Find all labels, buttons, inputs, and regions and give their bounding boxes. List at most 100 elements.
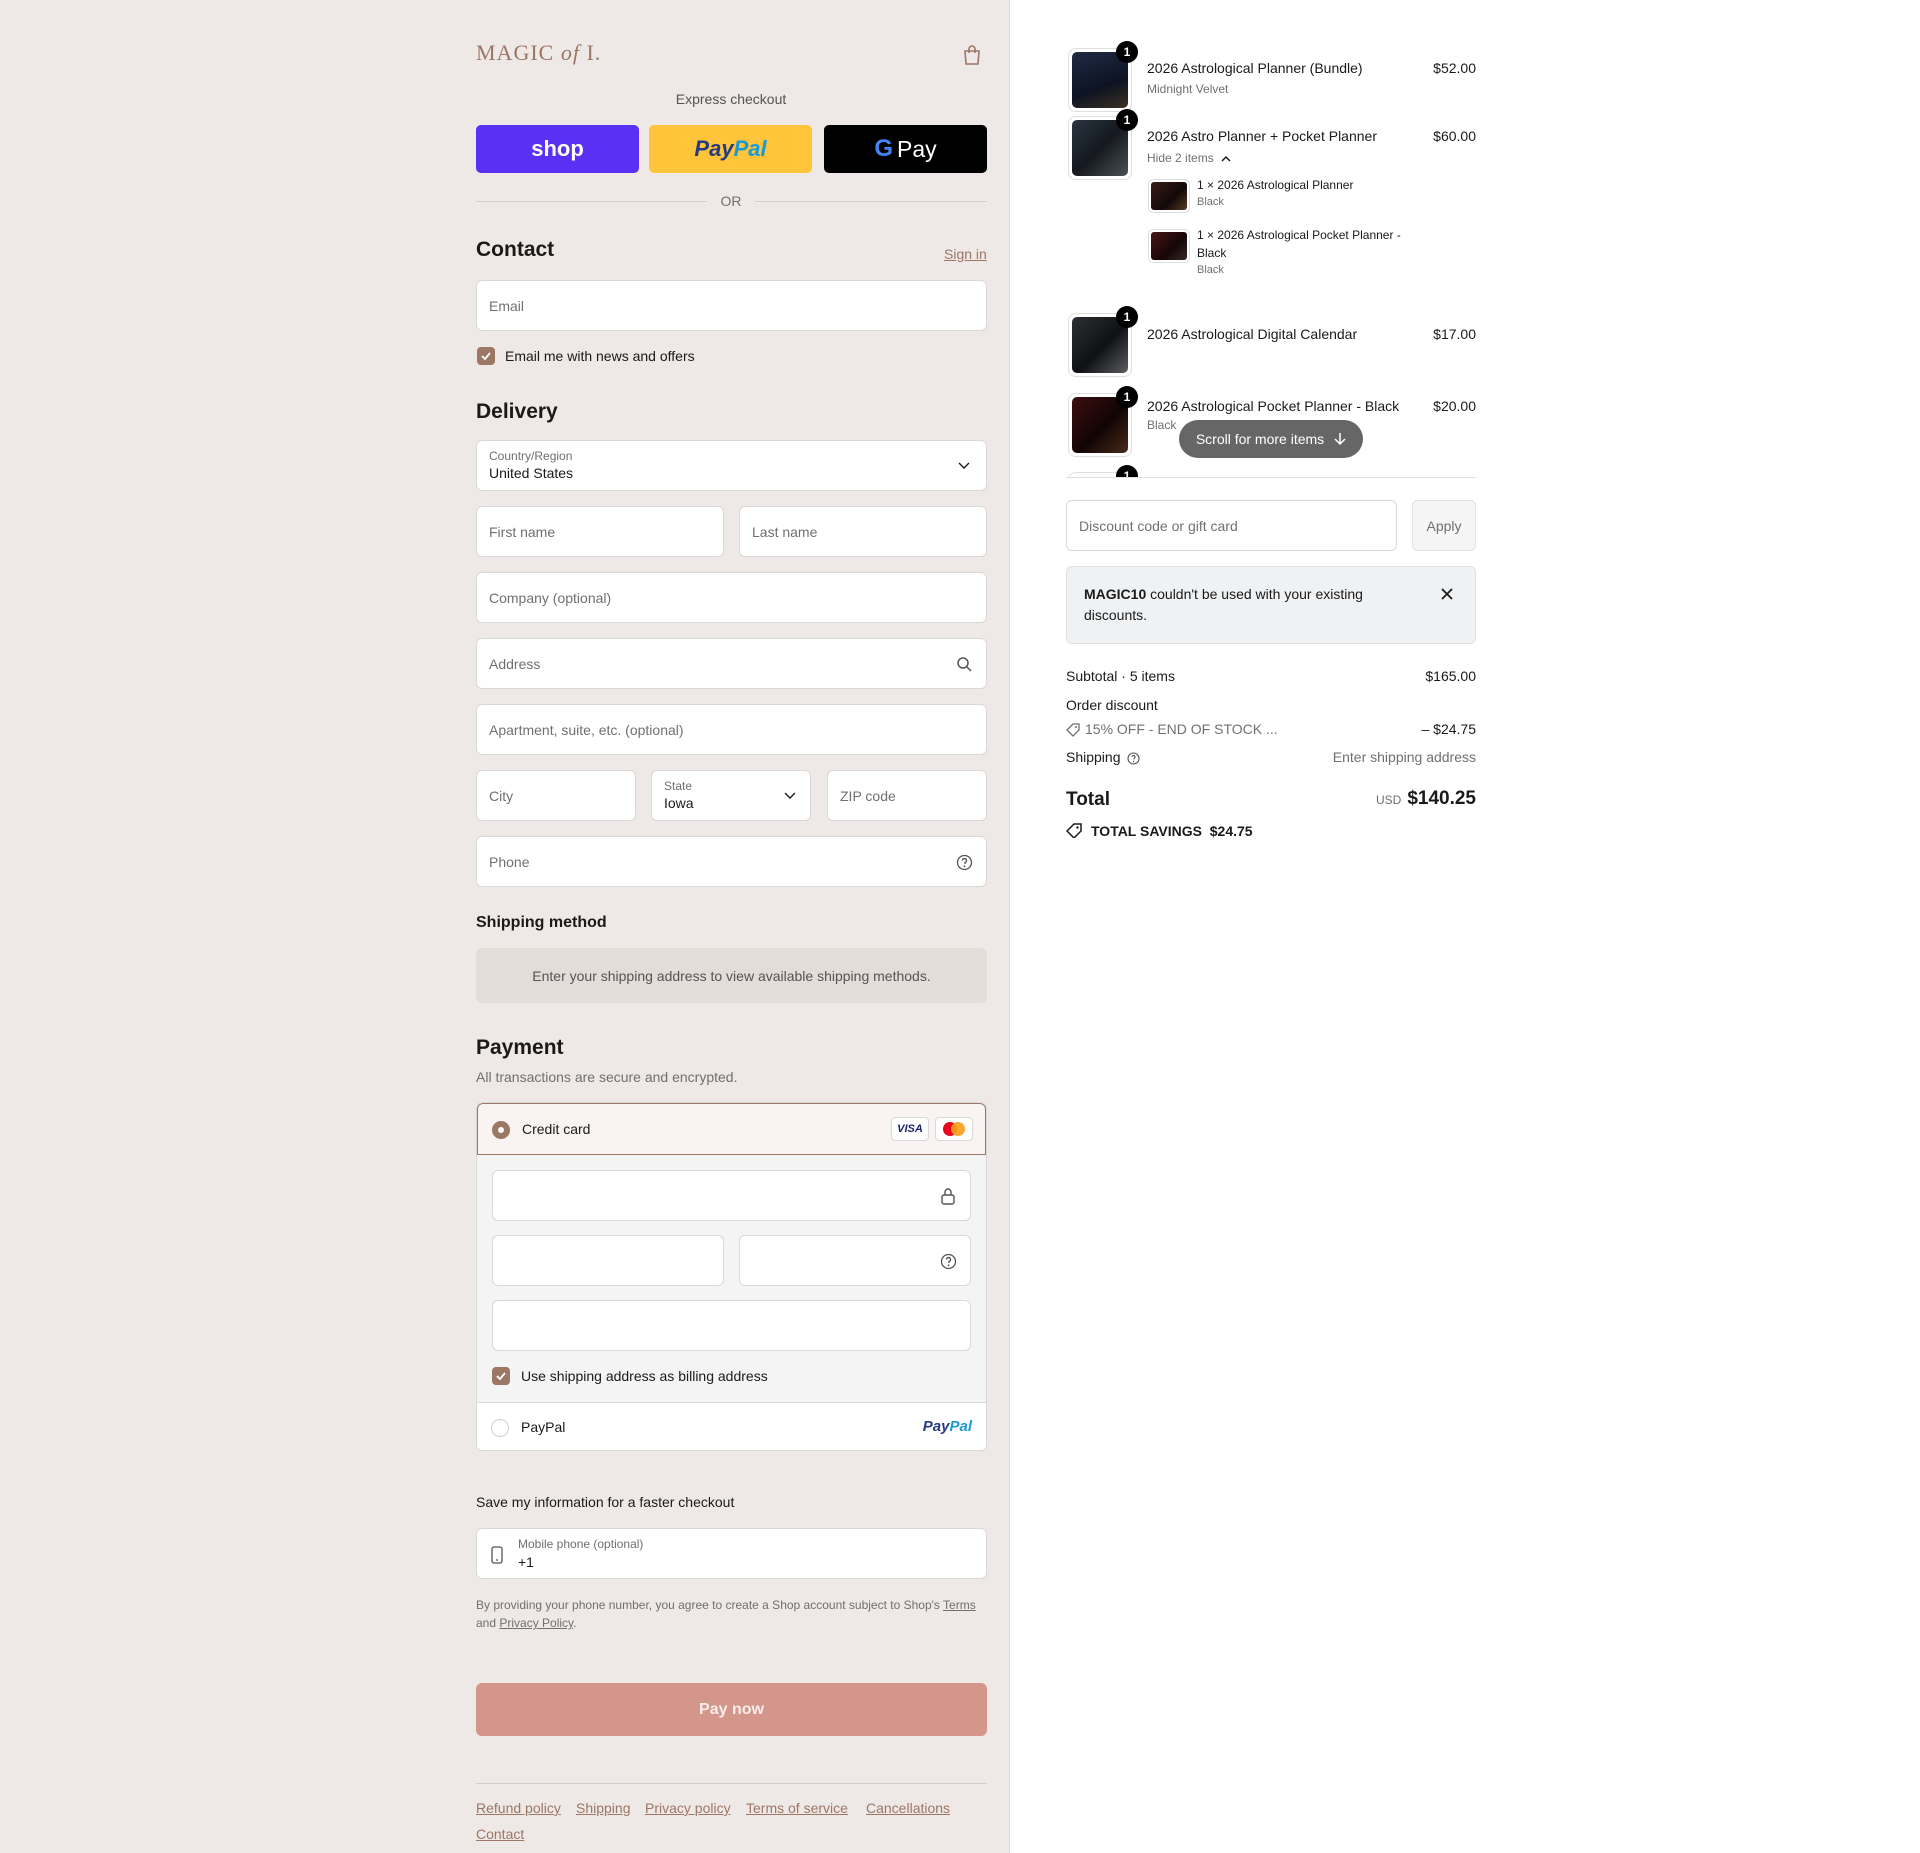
subtotal-label: Subtotal · 5 items [1066, 668, 1175, 684]
shipping-policy-link[interactable]: Shipping [576, 1800, 631, 1816]
product-price: $17.00 [1433, 326, 1476, 342]
product-name: 2026 Astrological Pocket Planner - Black [1147, 398, 1400, 414]
pay-now-button[interactable]: Pay now [476, 1683, 987, 1736]
chevron-up-icon [1221, 155, 1231, 162]
product-variant: Midnight Velvet [1147, 82, 1229, 96]
cart-bag-icon[interactable] [962, 44, 982, 66]
total-value: $140.25 [1407, 788, 1476, 809]
product-price: $52.00 [1433, 60, 1476, 76]
paypal-express-button[interactable]: PayPal [649, 125, 812, 173]
visa-text: VISA [897, 1123, 923, 1135]
company-placeholder: Company (optional) [489, 589, 612, 606]
country-label: Country/Region [489, 449, 573, 463]
error-text-2: discounts. [1084, 607, 1148, 623]
discount-value: – $24.75 [1421, 721, 1477, 737]
paypal-logo-pal: Pal [949, 1418, 972, 1435]
email-field[interactable]: Email [476, 280, 987, 331]
discount-error-text: MAGIC10 couldn't be used with your exist… [1084, 584, 1404, 626]
savings-value: $24.75 [1209, 823, 1253, 839]
privacy-policy-footer-link[interactable]: Privacy policy [645, 1800, 731, 1816]
shop-pay-button[interactable]: shop [476, 125, 639, 173]
credit-card-radio[interactable] [492, 1121, 510, 1139]
city-placeholder: City [489, 787, 514, 804]
last-name-placeholder: Last name [752, 523, 818, 540]
country-select[interactable]: Country/Region United States [476, 440, 987, 491]
sub-item-variant: Black [1197, 264, 1224, 276]
mobile-phone-icon [491, 1546, 503, 1564]
discount-name: 15% OFF - END OF STOCK ... [1085, 721, 1278, 737]
name-on-card-field[interactable] [492, 1300, 971, 1351]
contact-heading: Contact [476, 238, 555, 261]
discount-code-field[interactable]: Discount code or gift card [1066, 500, 1397, 551]
scroll-for-more-button[interactable]: Scroll for more items [1179, 420, 1363, 458]
sub-item-name-line1: 1 × 2026 Astrological Pocket Planner - [1197, 228, 1401, 242]
help-circle-icon[interactable] [1127, 752, 1140, 765]
product-price: $20.00 [1433, 398, 1476, 414]
phone-field[interactable]: Phone [476, 836, 987, 887]
credit-card-option[interactable]: Credit card VISA [477, 1103, 986, 1155]
apartment-field[interactable]: Apartment, suite, etc. (optional) [476, 704, 987, 755]
divider-right [755, 201, 987, 202]
terms-of-service-link[interactable]: Terms of service [746, 1800, 848, 1816]
sign-in-link[interactable]: Sign in [944, 246, 987, 262]
or-label: OR [720, 193, 742, 209]
apply-discount-button[interactable]: Apply [1412, 500, 1476, 551]
close-icon[interactable] [1440, 587, 1454, 601]
contact-link[interactable]: Contact [476, 1826, 524, 1842]
google-pay-button[interactable]: G Pay [824, 125, 987, 173]
state-label: State [664, 779, 693, 793]
legal-text-1: By providing your phone number, you agre… [476, 1598, 944, 1612]
payment-methods-box: Credit card VISA Use shipping address as… [476, 1102, 987, 1451]
paypal-logo-pay: Pay [922, 1418, 950, 1435]
sub-item-name: 1 × 2026 Astrological Planner [1197, 178, 1354, 192]
privacy-policy-link[interactable]: Privacy Policy [499, 1616, 573, 1630]
sub-item-thumbnail [1148, 229, 1190, 263]
payment-subtitle: All transactions are secure and encrypte… [476, 1069, 738, 1085]
state-select[interactable]: State Iowa [651, 770, 811, 821]
total-label: Total [1066, 789, 1110, 810]
total-currency: USD [1375, 793, 1402, 807]
mastercard-icon [935, 1117, 973, 1141]
shop-legal-text: By providing your phone number, you agre… [476, 1596, 996, 1632]
zip-field[interactable]: ZIP code [827, 770, 987, 821]
help-circle-icon[interactable] [940, 1253, 957, 1270]
sub-item-name-line2: Black [1197, 246, 1227, 260]
savings-label: TOTAL SAVINGS [1091, 823, 1202, 839]
express-checkout-label: Express checkout [675, 91, 787, 107]
discount-code-placeholder: Discount code or gift card [1079, 517, 1238, 534]
last-name-field[interactable]: Last name [739, 506, 987, 557]
paypal-option[interactable]: PayPal PayPal [477, 1402, 986, 1450]
quantity-badge: 1 [1116, 41, 1138, 63]
paypal-radio[interactable] [491, 1419, 509, 1437]
newsletter-label: Email me with news and offers [505, 348, 695, 364]
tag-icon [1066, 723, 1080, 737]
zip-placeholder: ZIP code [840, 787, 896, 804]
terms-link[interactable]: Terms [943, 1598, 976, 1612]
city-field[interactable]: City [476, 770, 636, 821]
cancellations-link[interactable]: Cancellations [866, 1800, 950, 1816]
card-number-field[interactable] [492, 1170, 971, 1221]
shipping-method-heading: Shipping method [476, 914, 607, 931]
quantity-badge: 1 [1116, 109, 1138, 131]
expiration-date-field[interactable] [492, 1235, 724, 1286]
security-code-field[interactable] [739, 1235, 971, 1286]
legal-text-3: . [573, 1616, 577, 1630]
hide-items-label: Hide 2 items [1147, 151, 1214, 165]
company-field[interactable]: Company (optional) [476, 572, 987, 623]
apartment-placeholder: Apartment, suite, etc. (optional) [489, 721, 684, 738]
error-text-1: couldn't be used with your existing [1146, 586, 1363, 602]
error-code: MAGIC10 [1084, 586, 1147, 602]
newsletter-checkbox[interactable] [477, 347, 495, 365]
arrow-down-icon [1334, 433, 1346, 446]
hide-items-toggle[interactable]: Hide 2 items [1147, 151, 1231, 165]
store-logo[interactable]: MAGIC of I. [476, 40, 601, 66]
first-name-field[interactable]: First name [476, 506, 724, 557]
billing-same-label: Use shipping address as billing address [521, 1368, 768, 1384]
refund-policy-link[interactable]: Refund policy [476, 1800, 561, 1816]
help-circle-icon[interactable] [956, 854, 973, 871]
billing-same-checkbox[interactable] [492, 1367, 510, 1385]
mobile-phone-field[interactable]: Mobile phone (optional) +1 [476, 1528, 987, 1579]
card-details-area: Use shipping address as billing address [477, 1155, 986, 1402]
credit-card-label: Credit card [522, 1121, 591, 1137]
address-field[interactable]: Address [476, 638, 987, 689]
